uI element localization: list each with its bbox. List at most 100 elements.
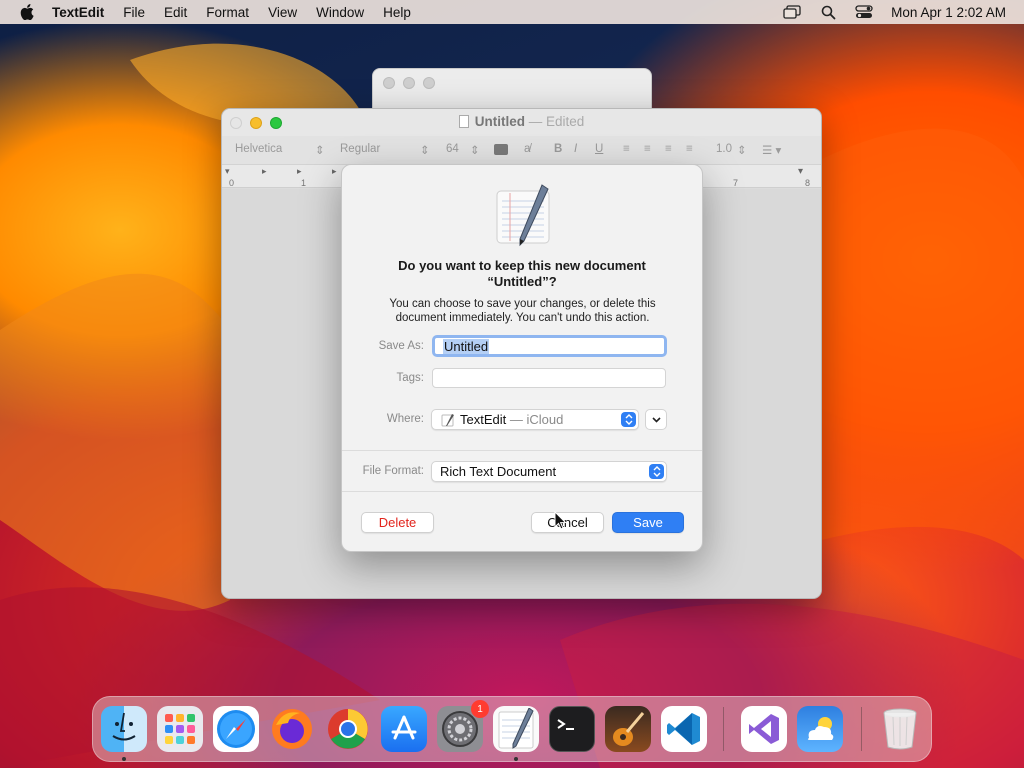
where-popup[interactable]: TextEdit — iCloud (431, 409, 639, 430)
safari-compass-icon (217, 710, 255, 748)
save-button[interactable]: Save (612, 512, 684, 533)
right-margin-marker-icon[interactable]: ▾ (798, 166, 803, 177)
tab-stop-icon[interactable]: ▸ (332, 166, 337, 177)
bold-button[interactable]: B (554, 143, 562, 155)
font-style-popup[interactable]: Regular (340, 143, 380, 155)
window-title: Untitled — Edited (222, 114, 821, 129)
menu-bar-status: Mon Apr 1 2:02 AM (783, 0, 1006, 24)
dock-finder[interactable] (101, 706, 147, 752)
where-location: — iCloud (509, 412, 564, 427)
ruler-mark: 8 (805, 178, 811, 188)
dock-launchpad[interactable] (157, 706, 203, 752)
trash-icon (883, 708, 917, 750)
dock-safari[interactable] (213, 706, 259, 752)
file-format-label: File Format: (362, 465, 424, 477)
dock-trash[interactable] (877, 706, 923, 752)
menu-file[interactable]: File (123, 5, 145, 20)
visual-studio-icon (749, 714, 779, 744)
firefox-icon (272, 709, 312, 749)
chevron-updown-icon (621, 412, 636, 427)
window-titlebar[interactable]: Untitled — Edited (222, 109, 821, 136)
menu-view[interactable]: View (268, 5, 297, 20)
window-title-text: Untitled (474, 114, 525, 129)
menu-edit[interactable]: Edit (164, 5, 187, 20)
list-bullets-icon[interactable]: ☰ ▾ (762, 143, 781, 157)
document-icon (458, 115, 469, 128)
dock-weather[interactable] (797, 706, 843, 752)
vscode-icon (667, 713, 700, 745)
highlight-icon[interactable]: a̸ (524, 143, 530, 155)
weather-cloud-sun-icon (807, 717, 834, 740)
italic-button[interactable]: I (574, 143, 577, 155)
ruler-mark: 0 (229, 178, 235, 188)
dock-garageband[interactable] (605, 706, 651, 752)
menu-help[interactable]: Help (383, 5, 411, 20)
textedit-icon (498, 708, 534, 749)
tags-input[interactable] (432, 368, 666, 388)
align-left-icon[interactable]: ≡ (623, 143, 630, 155)
chevron-updown-icon: ⇕ (737, 145, 747, 157)
mouse-cursor-icon (554, 510, 568, 531)
spotlight-search-icon[interactable] (819, 4, 837, 20)
tab-stop-icon[interactable]: ▸ (297, 166, 302, 177)
dock-app-store[interactable] (381, 706, 427, 752)
tab-stop-icon[interactable]: ▸ (262, 166, 267, 177)
minimize-button[interactable] (403, 77, 415, 89)
finder-icon (112, 712, 136, 741)
delete-button[interactable]: Delete (361, 512, 434, 533)
dock-separator (723, 707, 724, 751)
ruler-mark: 1 (301, 178, 307, 188)
apple-menu-icon[interactable] (18, 3, 36, 21)
launchpad-icon (165, 714, 195, 744)
chevron-updown-icon: ⇕ (315, 145, 325, 157)
ruler-mark: 7 (733, 178, 739, 188)
underline-button[interactable]: U (595, 143, 603, 155)
save-as-value: Untitled (443, 339, 490, 354)
dock-terminal[interactable] (549, 706, 595, 752)
zoom-button[interactable] (423, 77, 435, 89)
menu-app-name[interactable]: TextEdit (52, 5, 104, 20)
window-title-edited: — Edited (528, 114, 585, 129)
chevron-updown-icon: ⇕ (420, 145, 430, 157)
font-family-popup[interactable]: Helvetica (235, 143, 282, 155)
format-toolbar: Helvetica ⇕ Regular ⇕ 64 ⇕ a̸ B I U ≡ ≡ … (222, 136, 821, 164)
dock-system-settings[interactable]: 1 (437, 700, 489, 752)
text-color-swatch[interactable] (494, 144, 508, 155)
terminal-prompt-icon (557, 719, 574, 730)
dock-chrome[interactable] (325, 706, 371, 752)
dock-firefox[interactable] (269, 706, 315, 752)
align-center-icon[interactable]: ≡ (644, 143, 651, 155)
chevron-down-icon (651, 416, 661, 423)
dock-textedit[interactable] (493, 706, 539, 752)
save-as-label: Save As: (378, 340, 424, 352)
chevron-updown-icon (649, 464, 664, 479)
menu-bar-clock[interactable]: Mon Apr 1 2:02 AM (891, 5, 1006, 20)
running-indicator (122, 757, 126, 761)
divider (342, 491, 702, 492)
font-size-popup[interactable]: 64 (446, 143, 459, 155)
align-right-icon[interactable]: ≡ (665, 143, 672, 155)
where-value: TextEdit — iCloud (460, 412, 563, 427)
align-justify-icon[interactable]: ≡ (686, 143, 693, 155)
menu-format[interactable]: Format (206, 5, 249, 20)
control-center-icon[interactable] (855, 4, 873, 20)
dock-vscode[interactable] (661, 706, 707, 752)
menu-window[interactable]: Window (316, 5, 364, 20)
expand-button[interactable] (645, 409, 667, 430)
where-folder-name: TextEdit (460, 412, 507, 427)
tab-stop-icon[interactable]: ▾ (225, 166, 230, 177)
save-as-input[interactable]: Untitled (432, 335, 667, 357)
divider (342, 450, 702, 451)
tags-label: Tags: (396, 372, 425, 384)
dialog-title: Do you want to keep this new document “U… (398, 258, 646, 289)
background-window-controls (383, 77, 435, 89)
chevron-updown-icon: ⇕ (470, 145, 480, 157)
close-button[interactable] (383, 77, 395, 89)
where-label: Where: (386, 413, 424, 425)
dock-visual-studio[interactable] (741, 706, 787, 752)
file-format-popup[interactable]: Rich Text Document (431, 461, 667, 482)
screen-mirroring-icon[interactable] (783, 4, 801, 20)
line-spacing-popup[interactable]: 1.0 (716, 143, 732, 155)
textedit-folder-icon (441, 413, 455, 430)
textedit-app-icon (494, 183, 552, 247)
